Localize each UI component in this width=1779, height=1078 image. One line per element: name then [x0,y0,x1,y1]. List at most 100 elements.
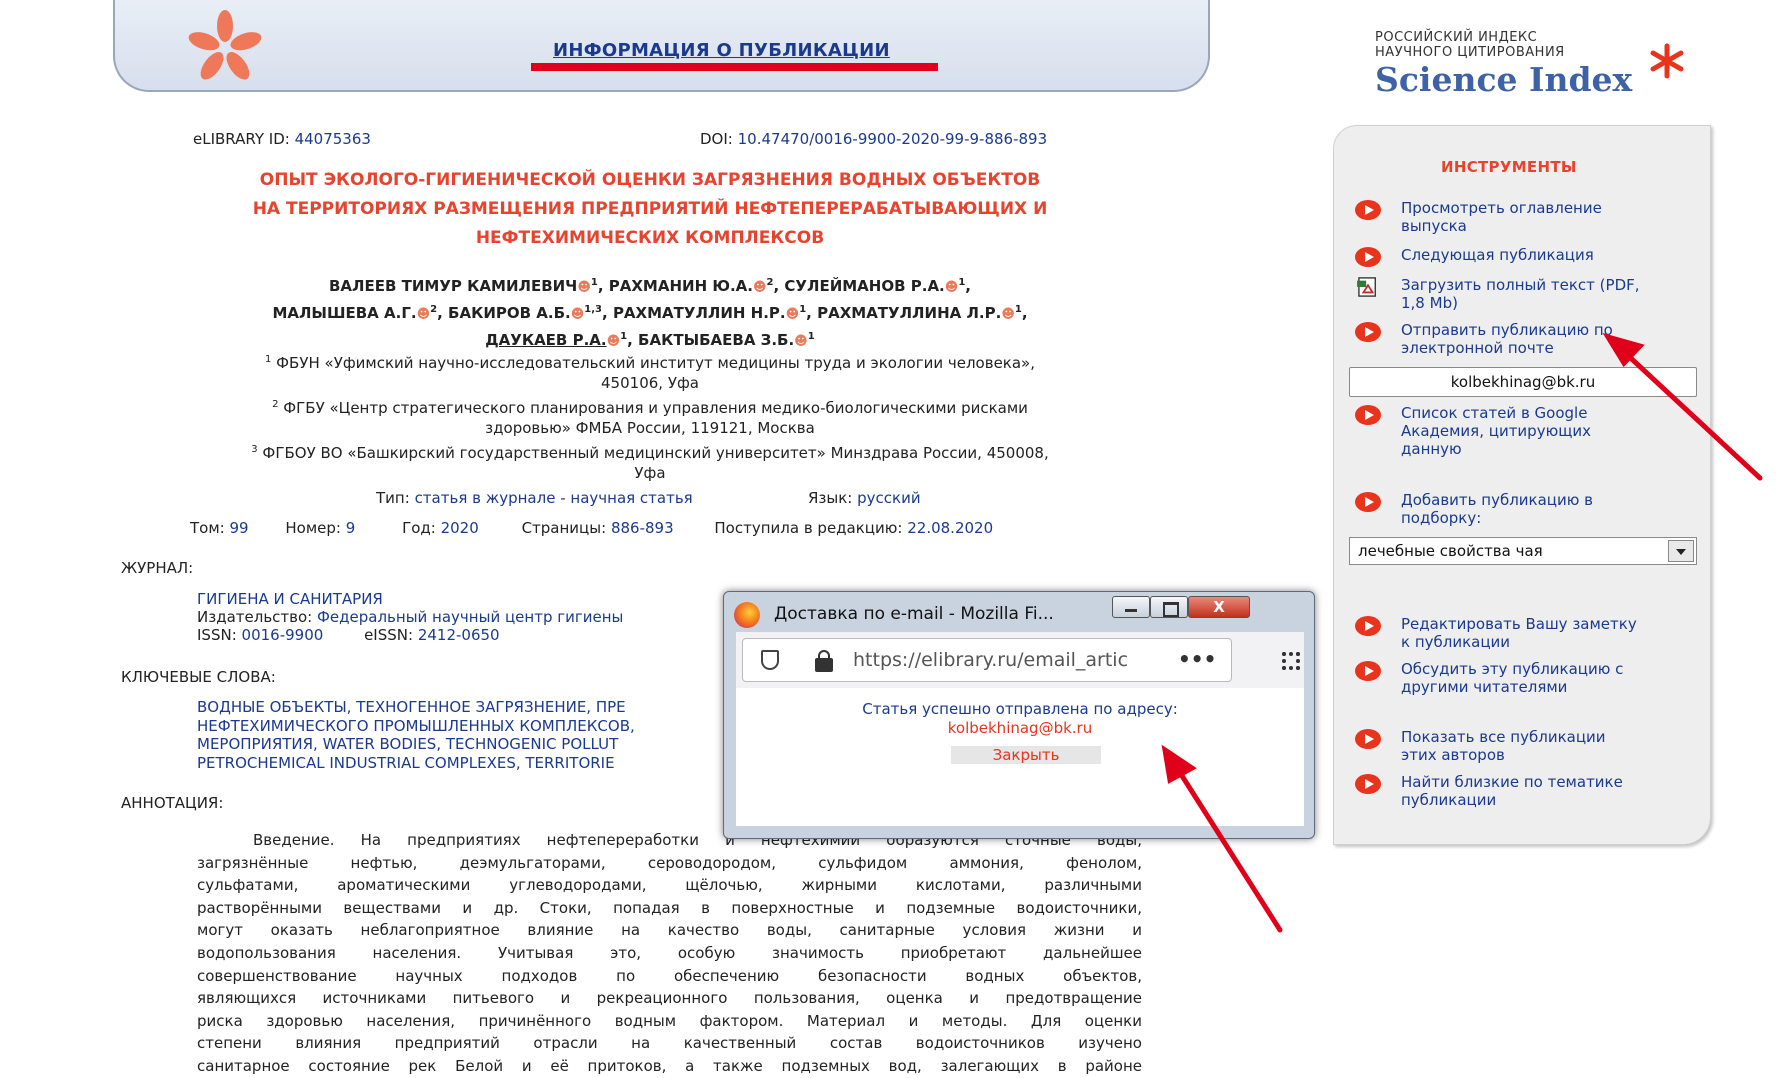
type-value[interactable]: статья в журнале - научная статья [415,489,693,507]
year-value[interactable]: 2020 [441,519,479,537]
person-icon[interactable]: ☻ [945,280,959,295]
annotation-line: растворёнными веществами и др. Стоки, по… [197,898,1142,917]
recipient-email: kolbekhinag@bk.ru [947,719,1093,737]
author-link[interactable]: ВАЛЕЕВ ТИМУР КАМИЛЕВИЧ [329,277,577,295]
person-icon[interactable]: ☻ [577,280,591,295]
language-row: Язык: русский [808,489,921,507]
issue-value[interactable]: 9 [346,519,356,537]
keyword-link[interactable]: PETROCHEMICAL INDUSTRIAL COMPLEXES, TERR… [197,754,615,772]
popup-body: Статья успешно отправлена по адресу: kol… [736,688,1304,826]
keyword-link[interactable]: МЕРОПРИЯТИЯ, WATER BODIES, TECHNOGENIC P… [197,735,618,753]
person-icon[interactable]: ☻ [753,280,767,295]
issn-label: ISSN: [197,626,237,644]
received-value: 22.08.2020 [907,519,994,537]
affiliations-block: 1 ФБУН «Уфимский научно-исследовательски… [150,350,1150,483]
keyword-link[interactable]: НЕФТЕХИМИЧЕСКОГО ПРОМЫШЛЕННЫХ КОМПЛЕКСОВ… [197,717,635,735]
close-window-button[interactable]: X [1188,596,1250,618]
popup-titlebar[interactable]: Доставка по e-mail - Mozilla Fi... X [724,592,1314,632]
article-title: ОПЫТ ЭКОЛОГО-ГИГИЕНИЧЕСКОЙ ОЦЕНКИ ЗАГРЯЗ… [150,166,1150,253]
email-field[interactable]: kolbekhinag@bk.ru [1349,367,1697,397]
author-link[interactable]: РАХМАТУЛЛИНА Л.Р. [817,304,1001,322]
annotation-line: являющихся источниками питьевого и рекре… [197,989,1142,1008]
maximize-button[interactable] [1150,596,1188,618]
pdf-icon [1357,277,1376,297]
volume-value[interactable]: 99 [230,519,249,537]
keyword-link[interactable]: ВОДНЫЕ ОБЪЕКТЫ, ТЕХНОГЕННОЕ ЗАГРЯЗНЕНИЕ,… [197,698,626,716]
person-icon[interactable]: ☻ [571,307,585,322]
keywords-heading: КЛЮЧЕВЫЕ СЛОВА: [121,668,276,686]
annotation-line: риска здоровью населения, причинённого в… [197,1011,1142,1030]
language-value[interactable]: русский [857,489,920,507]
author-aff: 2 [766,277,774,288]
play-icon [1355,774,1381,794]
close-icon: X [1213,598,1225,616]
title-line: НА ТЕРРИТОРИЯХ РАЗМЕЩЕНИЯ ПРЕДПРИЯТИЙ НЕ… [252,199,1048,219]
pages-value: 886-893 [610,519,674,537]
elibrary-id-label: eLIBRARY ID: [193,130,290,148]
journal-link[interactable]: ГИГИЕНА И САНИТАРИЯ [197,590,383,608]
author-aff: 1 [807,331,815,342]
author-link[interactable]: МАЛЫШЕВА А.Г. [272,304,416,322]
author-link[interactable]: РАХМАТУЛЛИН Н.Р. [613,304,786,322]
rinc-logo-text[interactable]: РОССИЙСКИЙ ИНДЕКС НАУЧНОГО ЦИТИРОВАНИЯ [1375,30,1565,60]
play-icon [1355,729,1381,749]
elibrary-id-link[interactable]: 44075363 [295,130,371,148]
author-link[interactable]: ДАУКАЕВ Р.А. [485,331,606,349]
person-icon[interactable]: ☻ [417,307,431,322]
type-label: Тип: [376,489,410,507]
author-link[interactable]: РАХМАНИН Ю.А. [609,277,753,295]
elibrary-id-row: eLIBRARY ID: 44075363 [193,130,371,148]
chevron-down-icon[interactable] [1668,540,1694,562]
logo-line2: НАУЧНОГО ЦИТИРОВАНИЯ [1375,45,1565,60]
publisher-label: Издательство: [197,608,313,626]
journal-heading: ЖУРНАЛ: [121,559,194,577]
science-index-logo[interactable]: Science Index [1375,60,1632,99]
doi-link[interactable]: 10.47470/0016-9900-2020-99-9-886-893 [738,130,1048,148]
eissn-label: eISSN: [364,626,414,644]
lock-icon[interactable] [815,650,833,672]
author-aff: 1 [590,277,598,288]
collection-selected-value: лечебные свойства чая [1358,542,1543,560]
language-label: Язык: [808,489,853,507]
url-text[interactable]: https://elibrary.ru/email_artic [853,649,1163,671]
author-aff: 1 [958,277,966,288]
affiliation-line: здоровью» ФМБА России, 119121, Москва [485,419,815,437]
publisher-link[interactable]: Федеральный научный центр гигиены [317,608,623,626]
author-link[interactable]: СУЛЕЙМАНОВ Р.А. [784,277,944,295]
annotation-line: сульфатами, ароматическими углеводородам… [197,876,1142,895]
minimize-button[interactable] [1112,596,1150,618]
author-link[interactable]: БАКТЫБАЕВА З.Б. [638,331,794,349]
shield-icon[interactable] [761,650,779,670]
doi-row: DOI: 10.47470/0016-9900-2020-99-9-886-89… [700,130,1047,148]
close-button[interactable]: Закрыть [951,746,1101,764]
person-icon[interactable]: ☻ [786,307,800,322]
pages-label: Страницы: [521,519,607,537]
success-message: Статья успешно отправлена по адресу: [862,700,1178,718]
author-link[interactable]: БАКИРОВ А.Б. [448,304,571,322]
url-bar[interactable]: https://elibrary.ru/email_artic ••• [742,638,1232,682]
volume-label: Том: [190,519,225,537]
annotation-underline [531,63,938,71]
play-icon [1355,200,1381,220]
person-icon[interactable]: ☻ [1001,307,1015,322]
keywords-block: ВОДНЫЕ ОБЪЕКТЫ, ТЕХНОГЕННОЕ ЗАГРЯЗНЕНИЕ,… [197,698,635,772]
play-icon [1355,322,1381,342]
page-actions-menu[interactable]: ••• [1178,647,1216,671]
author-aff: 2 [430,304,438,315]
authors-block: ВАЛЕЕВ ТИМУР КАМИЛЕВИЧ☻1, РАХМАНИН Ю.А.☻… [272,277,1028,349]
author-aff: 1 [799,304,807,315]
play-icon [1355,661,1381,681]
collection-select[interactable]: лечебные свойства чая [1349,537,1697,565]
logo-line1: РОССИЙСКИЙ ИНДЕКС [1375,30,1538,45]
affiliation-item: 2 ФГБУ «Центр стратегического планирован… [272,399,1028,417]
issue-details-row: Том: 99 Номер: 9 Год: 2020 Страницы: 886… [190,519,993,537]
popup-toolbar: https://elibrary.ru/email_artic ••• [736,632,1304,688]
affiliation-line: 450106, Уфа [601,374,699,392]
play-icon [1355,247,1381,267]
annotation-line: степени влияния предприятий отрасли на к… [197,1034,1142,1053]
eissn-value: 2412-0650 [417,626,500,644]
person-icon[interactable]: ☻ [794,334,808,349]
extensions-icon[interactable] [1282,652,1300,670]
annotation-heading: АННОТАЦИЯ: [121,794,224,812]
person-icon[interactable]: ☻ [607,334,621,349]
